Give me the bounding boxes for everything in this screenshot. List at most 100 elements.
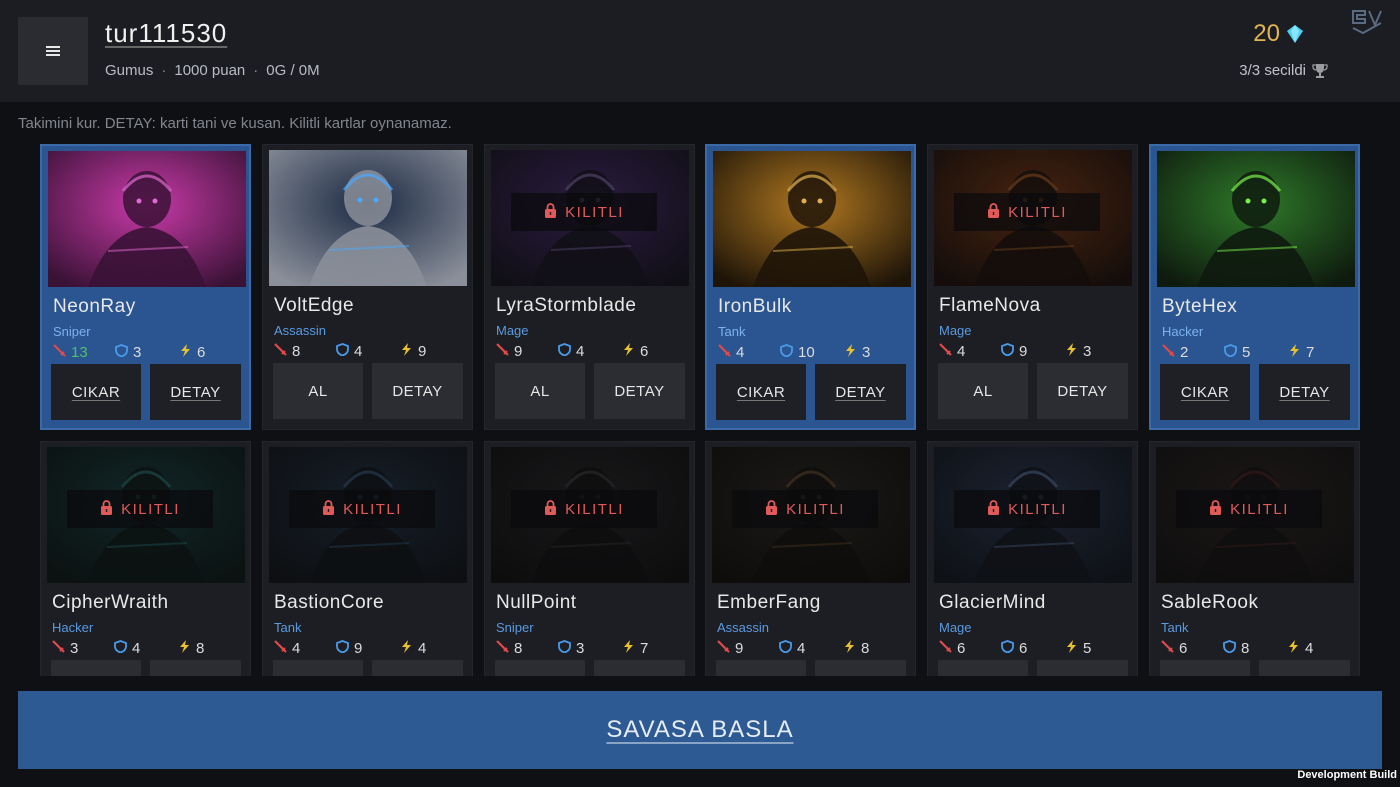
select-button[interactable]	[495, 660, 585, 676]
defense-stat: 6	[1001, 640, 1027, 657]
shield-icon	[115, 344, 128, 361]
select-button[interactable]	[51, 660, 141, 676]
hero-card[interactable]: ByteHex Hacker 2 5 7 CIKAR DETAY	[1149, 144, 1360, 430]
hero-portrait	[269, 150, 467, 286]
detail-button[interactable]: DETAY	[815, 364, 906, 420]
shield-icon	[779, 640, 792, 657]
speed-value: 7	[1306, 344, 1315, 361]
locked-overlay: KILITLI	[954, 193, 1100, 231]
detail-button[interactable]: DETAY	[1259, 364, 1350, 420]
detail-button[interactable]: DETAY	[372, 363, 463, 419]
speed-stat: 8	[178, 640, 204, 657]
sword-icon	[939, 343, 952, 360]
defense-value: 4	[132, 640, 141, 657]
shield-icon	[1001, 343, 1014, 360]
detail-button[interactable]	[1259, 660, 1350, 676]
attack-value: 4	[292, 640, 301, 657]
hero-name: GlacierMind	[939, 592, 1046, 613]
attack-stat: 3	[52, 640, 78, 657]
selected-count: 3/3 secildi	[1239, 62, 1306, 79]
defense-value: 3	[133, 344, 142, 361]
select-button[interactable]	[1160, 660, 1250, 676]
speed-stat: 3	[844, 344, 870, 361]
attack-stat: 4	[274, 640, 300, 657]
hero-card[interactable]: KILITLI NullPoint Sniper 8 3 7	[484, 441, 695, 676]
locked-label: KILITLI	[121, 500, 180, 518]
select-button[interactable]	[716, 660, 806, 676]
hero-card[interactable]: KILITLI SableRook Tank 6 8 4	[1149, 441, 1360, 676]
speed-stat: 7	[1288, 344, 1314, 361]
attack-value: 3	[70, 640, 79, 657]
player-info: Gumus · 1000 puan · 0G / 0M	[105, 62, 320, 79]
speed-stat: 8	[843, 640, 869, 657]
instruction-text: Takimini kur. DETAY: karti tani ve kusan…	[18, 115, 452, 132]
lock-icon	[544, 499, 557, 519]
sword-icon	[52, 640, 65, 657]
username: tur111530	[105, 18, 228, 48]
attack-value: 9	[514, 343, 523, 360]
lightning-icon	[844, 344, 857, 361]
detail-button[interactable]: DETAY	[594, 363, 685, 419]
shield-icon	[558, 343, 571, 360]
detail-button[interactable]	[1037, 660, 1128, 676]
shield-icon	[1001, 640, 1014, 657]
detail-button[interactable]	[594, 660, 685, 676]
detail-button[interactable]	[150, 660, 241, 676]
detail-button[interactable]	[372, 660, 463, 676]
card-grid: NeonRay Sniper 13 3 6 CIKAR DETAY VoltEd…	[40, 144, 1360, 676]
detail-button[interactable]: DETAY	[1037, 363, 1128, 419]
remove-button[interactable]: CIKAR	[51, 364, 141, 420]
select-button[interactable]	[273, 660, 363, 676]
hero-name: LyraStormblade	[496, 295, 637, 316]
hero-name: ByteHex	[1162, 296, 1238, 317]
defense-value: 4	[354, 343, 363, 360]
select-button[interactable]: AL	[273, 363, 363, 419]
hero-role: Assassin	[274, 323, 327, 338]
remove-button[interactable]: CIKAR	[716, 364, 806, 420]
hero-stats: 8 3 7	[496, 640, 686, 658]
speed-value: 9	[418, 343, 427, 360]
hero-portrait	[48, 151, 246, 287]
hero-card[interactable]: KILITLI FlameNova Mage 4 9 3 AL DETAY	[927, 144, 1138, 430]
hero-card[interactable]: KILITLI CipherWraith Hacker 3 4 8	[40, 441, 251, 676]
hero-card[interactable]: KILITLI GlacierMind Mage 6 6 5	[927, 441, 1138, 676]
locked-overlay: KILITLI	[67, 490, 213, 528]
hero-stats: 2 5 7	[1162, 344, 1352, 362]
locked-overlay: KILITLI	[511, 490, 657, 528]
defense-stat: 5	[1224, 344, 1250, 361]
remove-button[interactable]: CIKAR	[1160, 364, 1250, 420]
locked-label: KILITLI	[1008, 203, 1067, 221]
select-button[interactable]: AL	[938, 363, 1028, 419]
hero-name: EmberFang	[717, 592, 821, 613]
select-button[interactable]	[938, 660, 1028, 676]
hero-card[interactable]: KILITLI LyraStormblade Mage 9 4 6 AL DET…	[484, 144, 695, 430]
shield-icon	[114, 640, 127, 657]
detail-button[interactable]: DETAY	[150, 364, 241, 420]
defense-value: 5	[1242, 344, 1251, 361]
locked-overlay: KILITLI	[954, 490, 1100, 528]
attack-stat: 9	[717, 640, 743, 657]
lock-icon	[765, 499, 778, 519]
hero-card[interactable]: KILITLI EmberFang Assassin 9 4 8	[705, 441, 916, 676]
lock-icon	[544, 202, 557, 222]
defense-value: 9	[1019, 343, 1028, 360]
hero-card[interactable]: IronBulk Tank 4 10 3 CIKAR DETAY	[705, 144, 916, 430]
hero-stats: 9 4 6	[496, 343, 686, 361]
speed-stat: 6	[622, 343, 648, 360]
menu-button[interactable]	[18, 17, 88, 85]
start-battle-button[interactable]: SAVASA BASLA	[18, 691, 1382, 769]
hero-stats: 6 6 5	[939, 640, 1129, 658]
defense-value: 6	[1019, 640, 1028, 657]
hero-name: CipherWraith	[52, 592, 169, 613]
lightning-icon	[400, 343, 413, 360]
dev-build-label: Development Build	[1297, 769, 1397, 781]
hero-card[interactable]: VoltEdge Assassin 8 4 9 AL DETAY	[262, 144, 473, 430]
hero-card[interactable]: NeonRay Sniper 13 3 6 CIKAR DETAY	[40, 144, 251, 430]
defense-value: 8	[1241, 640, 1250, 657]
hero-card[interactable]: KILITLI BastionCore Tank 4 9 4	[262, 441, 473, 676]
select-button[interactable]: AL	[495, 363, 585, 419]
detail-button[interactable]	[815, 660, 906, 676]
sword-icon	[274, 343, 287, 360]
hero-stats: 3 4 8	[52, 640, 242, 658]
lock-icon	[987, 499, 1000, 519]
